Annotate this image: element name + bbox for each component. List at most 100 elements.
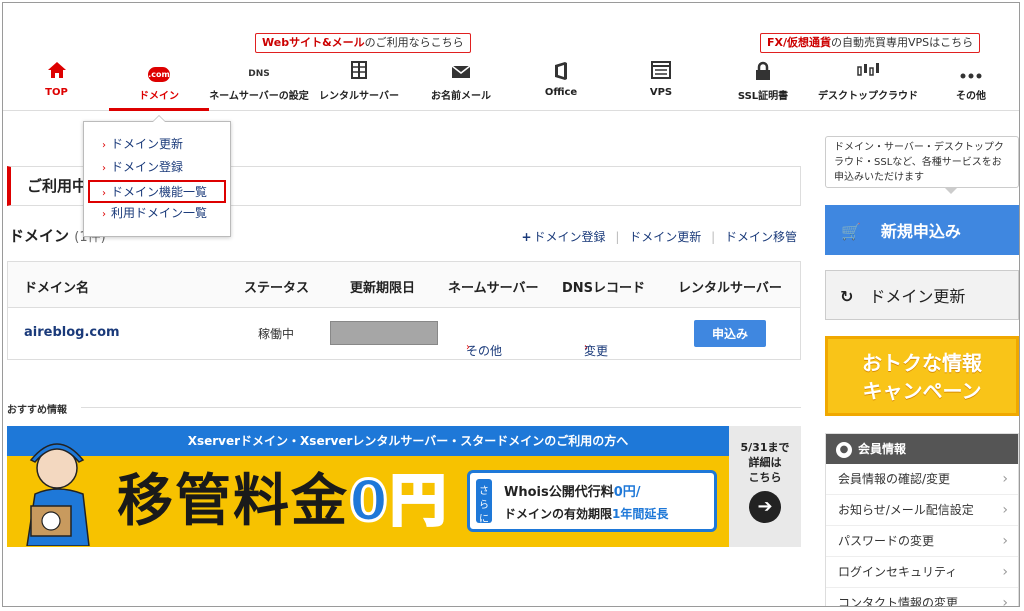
member-item-profile[interactable]: 会員情報の確認/変更 › <box>826 464 1018 495</box>
table-header: ドメイン名 ステータス 更新期限日 ネームサーバー DNSレコード レンタルサー… <box>8 262 800 308</box>
nav-office[interactable]: Office <box>511 61 611 111</box>
refresh-icon: ↻ <box>840 287 854 306</box>
server-icon <box>309 61 409 87</box>
nav-mail-label: お名前メール <box>431 91 491 102</box>
nav-other[interactable]: その他 <box>921 61 1019 111</box>
domain-actions: + ドメイン登録 | ドメイン更新 | ドメイン移管 <box>513 228 797 245</box>
dropdown-item-register[interactable]: › ドメイン登録 <box>88 157 226 180</box>
lock-icon <box>711 61 815 87</box>
dropdown-item-label: ドメイン更新 <box>111 137 184 151</box>
rental-apply-button[interactable]: 申込み <box>694 320 766 347</box>
nav-vps-label: VPS <box>649 87 673 98</box>
chevron-right-icon: › <box>1002 502 1008 518</box>
com-badge: .com <box>148 66 170 82</box>
dropdown-item-label: 利用ドメイン一覧 <box>111 206 208 220</box>
chevron-right-icon: › <box>1002 533 1008 549</box>
nav-office-label: Office <box>544 87 578 98</box>
member-info-title: 会員情報 <box>858 442 907 456</box>
domain-dropdown-menu: › ドメイン更新 › ドメイン登録 › ドメイン機能一覧 › 利用ドメイン一覧 <box>83 115 231 237</box>
chevron-right-icon: › <box>102 188 106 199</box>
separator: | <box>615 230 620 244</box>
nav-rental-server[interactable]: レンタルサーバー <box>309 61 409 111</box>
member-item-security[interactable]: ログインセキュリティ › <box>826 557 1018 588</box>
member-item-password[interactable]: パスワードの変更 › <box>826 526 1018 557</box>
domain-status: 稼働中 <box>258 327 295 341</box>
chevron-right-icon: › <box>1002 595 1008 607</box>
main-nav: TOP .com ドメイン DNS ネームサーバーの設定 レンタルサーバー お名… <box>3 61 1019 111</box>
chart-icon <box>815 61 921 87</box>
dropdown-item-features[interactable]: › ドメイン機能一覧 <box>88 180 226 203</box>
transfer-campaign-banner[interactable]: Xserverドメイン・Xserverレンタルサーバー・スタードメインのご利用の… <box>7 426 801 547</box>
member-item-label: パスワードの変更 <box>838 534 935 548</box>
nav-nameserver-label: ネームサーバーの設定 <box>209 91 309 102</box>
member-item-notifications[interactable]: お知らせ/メール配信設定 › <box>826 495 1018 526</box>
domain-renew-label: ドメイン更新 <box>869 287 966 306</box>
nav-other-label: その他 <box>956 91 986 102</box>
banner-line2-text: ドメインの有効期限 <box>504 507 613 521</box>
member-info-panel: ● 会員情報 会員情報の確認/変更 › お知らせ/メール配信設定 › パスワードの変更… <box>825 433 1019 607</box>
dropdown-item-domain-list[interactable]: › 利用ドメイン一覧 <box>88 203 226 226</box>
nav-top[interactable]: TOP <box>7 61 106 111</box>
nav-vps[interactable]: VPS <box>611 61 711 111</box>
expiry-date-redacted <box>330 321 438 345</box>
banner-detail-text: 詳細は <box>748 456 782 469</box>
dns-icon: DNS <box>209 61 309 87</box>
chevron-right-icon: › <box>102 163 106 174</box>
vps-icon <box>611 61 711 87</box>
new-application-button[interactable]: 🛒 新規申込み <box>825 205 1019 255</box>
cart-icon: 🛒 <box>841 222 861 241</box>
mascot-illustration <box>26 443 90 546</box>
col-expiry: 更新期限日 <box>350 281 416 296</box>
link-domain-transfer[interactable]: ドメイン移管 <box>725 230 797 244</box>
domain-title-text: ドメイン <box>9 227 70 245</box>
link-domain-register[interactable]: ドメイン登録 <box>534 230 606 244</box>
arrow-right-icon: ➔ <box>749 491 781 523</box>
com-icon: .com <box>109 61 209 87</box>
home-icon <box>7 61 106 87</box>
chevron-right-icon: › <box>1002 471 1008 487</box>
nav-desktop-cloud[interactable]: デスクトップクラウド <box>815 61 921 111</box>
col-rental-server: レンタルサーバー <box>678 281 782 296</box>
promo-fx-text: の自動売買専用VPSはこちら <box>831 36 974 49</box>
dropdown-item-label: ドメイン機能一覧 <box>111 185 208 199</box>
nav-domain-label: ドメイン <box>139 91 179 102</box>
recommend-title: おすすめ情報 <box>7 405 67 416</box>
campaign-banner[interactable]: おトクな情報 キャンペーン <box>825 336 1019 416</box>
banner-line2-extend: 1年間延長 <box>612 507 669 521</box>
nav-domain[interactable]: .com ドメイン <box>109 61 209 111</box>
banner-headline-text: 移管料金 <box>117 469 349 534</box>
campaign-line-2: キャンペーン <box>862 379 982 403</box>
member-item-contact[interactable]: コンタクト情報の変更 › <box>826 588 1018 607</box>
member-info-header: ● 会員情報 <box>826 434 1018 464</box>
banner-line1-text: Whois公開代行料 <box>504 485 614 500</box>
promo-fx-highlight: FX/仮想通貨 <box>767 36 832 49</box>
link-domain-renew[interactable]: ドメイン更新 <box>629 230 701 244</box>
banner-tag: さらに <box>476 479 492 525</box>
banner-strip: Xserverドメイン・Xserverレンタルサーバー・スタードメインのご利用の… <box>7 426 729 456</box>
domain-table: ドメイン名 ステータス 更新期限日 ネームサーバー DNSレコード レンタルサー… <box>7 261 801 360</box>
divider <box>81 407 801 408</box>
domain-renew-button[interactable]: ↻ ドメイン更新 <box>825 270 1019 320</box>
more-icon <box>921 61 1019 87</box>
member-item-label: ログインセキュリティ <box>838 565 958 579</box>
banner-deadline: 5/31まで <box>740 441 790 454</box>
dropdown-item-renew[interactable]: › ドメイン更新 <box>88 134 226 157</box>
nav-top-label: TOP <box>45 87 68 98</box>
nav-mail[interactable]: お名前メール <box>411 61 511 111</box>
nameserver-value: その他 <box>466 344 503 358</box>
chevron-right-icon: › <box>102 209 106 220</box>
nav-nameserver[interactable]: DNS ネームサーバーの設定 <box>209 61 309 111</box>
promo-web-mail[interactable]: Webサイト&メールのご利用ならこちら <box>255 33 471 53</box>
dns-badge: DNS <box>248 69 270 79</box>
domain-name-link[interactable]: aireblog.com <box>24 325 120 340</box>
member-item-label: 会員情報の確認/変更 <box>838 472 951 486</box>
col-domain-name: ドメイン名 <box>24 281 90 296</box>
dns-value: 変更 <box>584 344 609 358</box>
nav-rental-server-label: レンタルサーバー <box>319 91 399 102</box>
dropdown-item-label: ドメイン登録 <box>111 160 184 174</box>
banner-detail[interactable]: 5/31まで 詳細は こちら ➔ <box>729 426 801 547</box>
nav-ssl[interactable]: SSL証明書 <box>711 61 815 111</box>
banner-zero-yen: 0円 <box>348 468 448 536</box>
promo-fx-vps[interactable]: FX/仮想通貨の自動売買専用VPSはこちら <box>760 33 981 53</box>
col-dns-record: DNSレコード <box>562 281 646 296</box>
